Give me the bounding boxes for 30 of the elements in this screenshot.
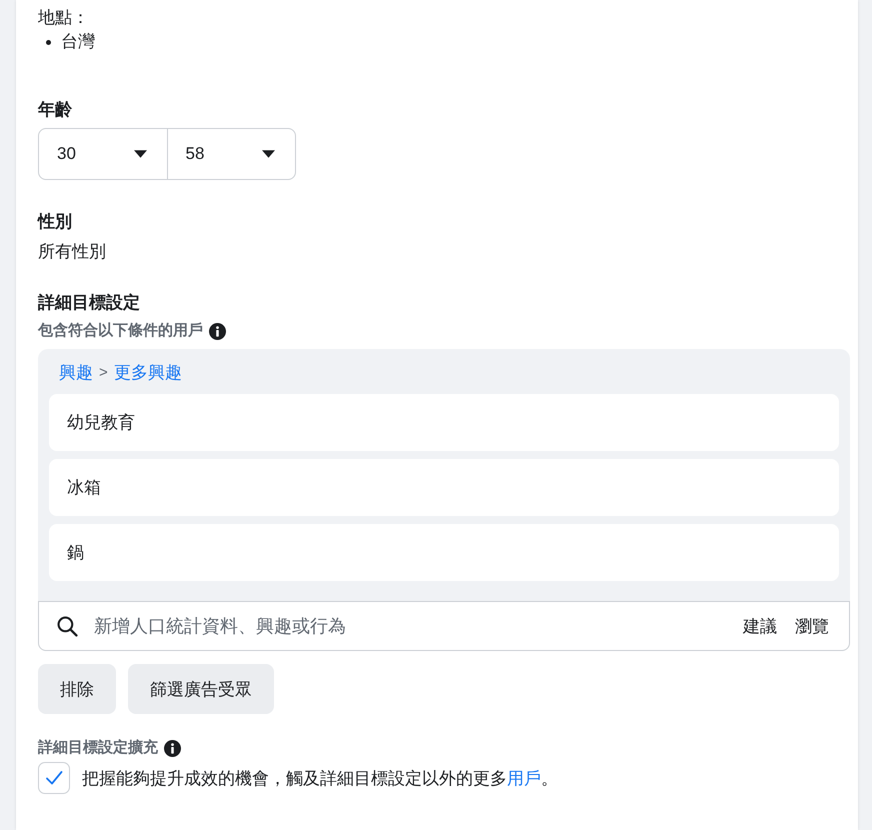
expansion-text: 把握能夠提升成效的機會，觸及詳細目標設定以外的更多用戶。: [82, 768, 558, 790]
breadcrumb-separator: >: [99, 364, 108, 381]
bullet-icon: [46, 40, 51, 44]
expansion-label: 詳細目標設定擴充: [38, 738, 158, 758]
audience-button[interactable]: 篩選廣告受眾: [128, 664, 274, 714]
search-icon: [57, 616, 78, 636]
interest-item[interactable]: 幼兒教育: [49, 394, 839, 451]
caret-icon: [134, 150, 146, 158]
search-field[interactable]: 新增人口統計資料、興趣或行為 建議 瀏覽: [38, 601, 850, 651]
caret-icon: [262, 150, 275, 158]
audience-button[interactable]: 排除: [38, 664, 116, 714]
expansion-checkbox[interactable]: [38, 762, 70, 794]
age-min-dropdown[interactable]: 30: [39, 129, 166, 179]
breadcrumb-link[interactable]: 興趣: [59, 361, 93, 384]
search-action-link[interactable]: 建議: [741, 614, 779, 638]
users-link[interactable]: 用戶: [507, 768, 541, 788]
interest-item[interactable]: 冰箱: [49, 459, 839, 516]
detailed-targeting-label: 詳細目標設定: [38, 292, 141, 314]
location-label: 地點：: [38, 7, 90, 29]
include-hint: 包含符合以下條件的用戶: [38, 321, 203, 341]
breadcrumb-link[interactable]: 更多興趣: [114, 361, 182, 384]
interest-item[interactable]: 鍋: [49, 524, 839, 581]
search-action-link[interactable]: 瀏覽: [793, 614, 831, 638]
gender-label: 性別: [38, 211, 73, 233]
location-value: 台灣: [61, 31, 95, 53]
gender-value: 所有性別: [38, 241, 107, 263]
info-icon: [164, 740, 181, 756]
info-icon: [209, 322, 226, 340]
age-label: 年齡: [38, 99, 73, 121]
age-max-dropdown[interactable]: 58: [166, 129, 295, 179]
